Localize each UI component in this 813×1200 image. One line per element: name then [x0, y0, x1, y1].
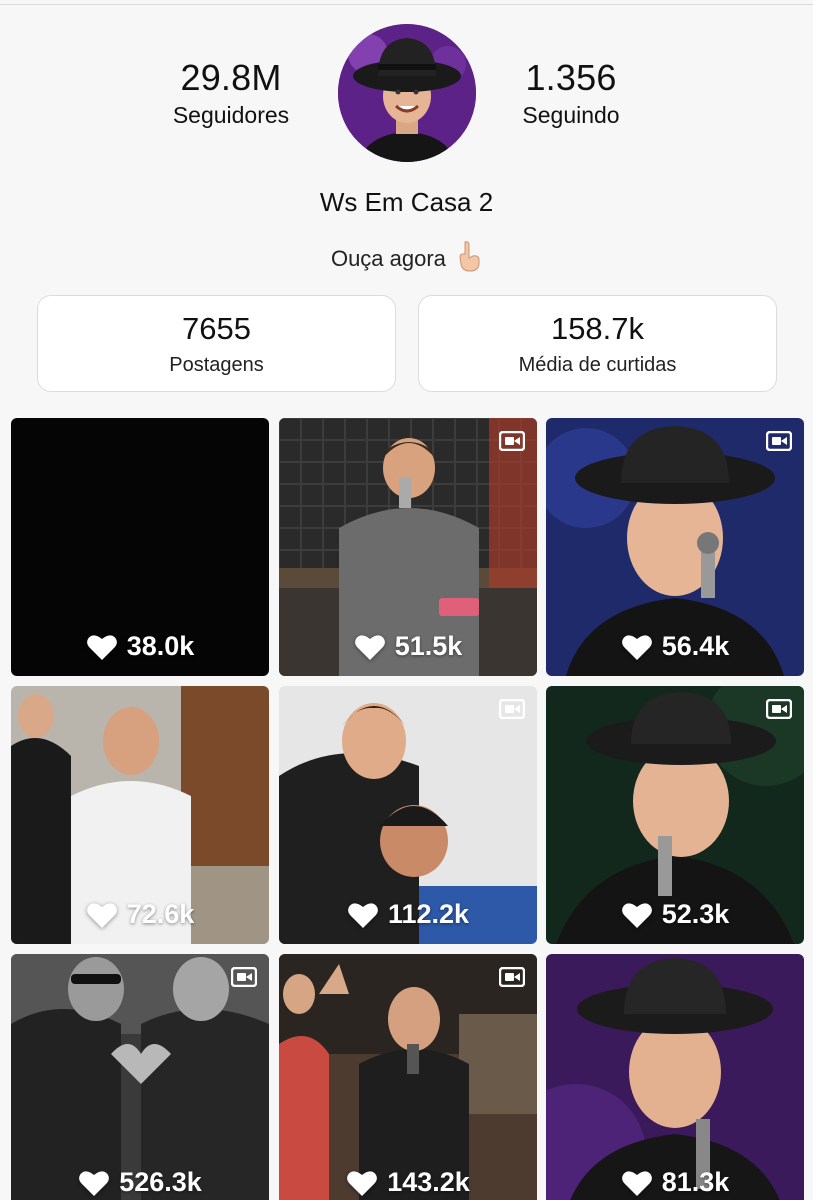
profile-name: Ws Em Casa 2 [319, 187, 494, 217]
post-tile[interactable]: 143.2k [279, 954, 537, 1200]
post-tile[interactable]: 56.4k [546, 418, 804, 676]
profile-bio: Ouça agora [0, 240, 813, 280]
post-tile[interactable]: 52.3k [546, 686, 804, 944]
post-likes: 143.2k [279, 1167, 537, 1198]
post-likes: 51.5k [279, 631, 537, 662]
heart-icon [621, 1170, 652, 1196]
post-thumbnail [279, 954, 537, 1200]
posts-count: 7655 [182, 311, 251, 346]
post-likes: 52.3k [546, 899, 804, 930]
heart-icon [621, 902, 652, 928]
avatar[interactable] [338, 24, 476, 162]
followers-stat[interactable]: 29.8M Seguidores [131, 58, 331, 130]
avg-likes-count: 158.7k [550, 311, 645, 346]
post-tile[interactable]: 72.6k [11, 686, 269, 944]
post-likes-count: 81.3k [661, 1167, 730, 1197]
post-tile[interactable]: 51.5k [279, 418, 537, 676]
heart-icon [347, 1170, 378, 1196]
bio-text: Ouça agora [330, 246, 446, 271]
heart-icon [79, 1170, 110, 1196]
heart-icon [621, 634, 652, 660]
post-tile[interactable]: 81.3k [546, 954, 804, 1200]
avg-likes-card: 158.7k Média de curtidas [418, 295, 777, 392]
post-thumbnail [11, 954, 269, 1200]
post-tile[interactable]: 38.0k [11, 418, 269, 676]
heart-icon [348, 902, 378, 928]
post-tile[interactable]: 112.2k [279, 686, 537, 944]
video-icon [766, 431, 792, 451]
following-stat[interactable]: 1.356 Seguindo [471, 58, 671, 130]
post-likes-count: 38.0k [126, 631, 195, 661]
post-likes: 81.3k [546, 1167, 804, 1198]
video-icon [231, 967, 257, 987]
following-count: 1.356 [525, 57, 617, 98]
heart-icon [86, 902, 117, 928]
heart-icon [354, 634, 385, 660]
post-likes-count: 52.3k [661, 899, 730, 929]
posts-count-card: 7655 Postagens [37, 295, 396, 392]
post-likes-count: 51.5k [394, 631, 463, 661]
heart-icon [86, 634, 117, 660]
post-tile[interactable]: 526.3k [11, 954, 269, 1200]
video-icon [499, 431, 525, 451]
pointing-down-hand-icon [456, 240, 482, 280]
post-likes-count: 72.6k [126, 899, 195, 929]
post-likes: 526.3k [11, 1167, 269, 1198]
post-likes-count: 112.2k [387, 899, 470, 929]
followers-count: 29.8M [180, 57, 282, 98]
post-likes: 72.6k [11, 899, 269, 930]
post-likes: 38.0k [11, 631, 269, 662]
post-likes: 56.4k [546, 631, 804, 662]
video-icon [499, 699, 525, 719]
top-divider [0, 0, 813, 5]
post-likes-count: 143.2k [387, 1167, 470, 1197]
followers-label: Seguidores [172, 102, 290, 128]
following-label: Seguindo [522, 102, 620, 128]
avg-likes-label: Média de curtidas [518, 354, 677, 376]
post-likes: 112.2k [279, 899, 537, 930]
posts-label: Postagens [169, 354, 264, 376]
post-likes-count: 526.3k [119, 1167, 202, 1197]
video-icon [766, 699, 792, 719]
post-likes-count: 56.4k [661, 631, 730, 661]
video-icon [499, 967, 525, 987]
post-thumbnail [546, 954, 804, 1200]
